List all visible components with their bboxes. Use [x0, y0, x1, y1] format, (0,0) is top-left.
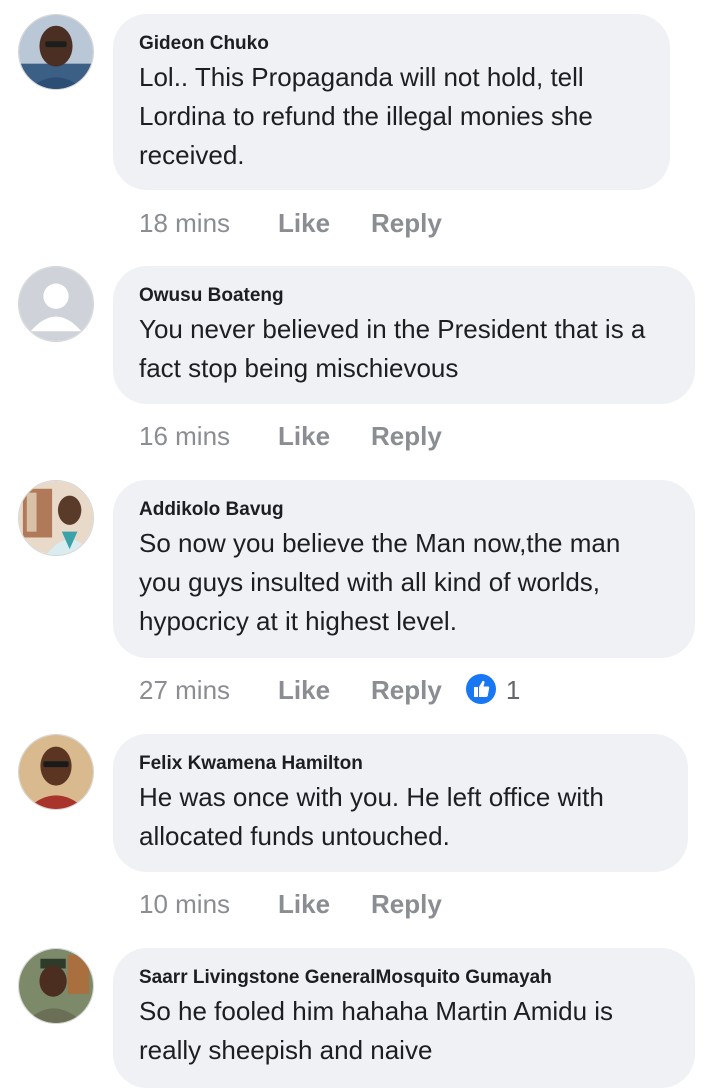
comment-bubble: Owusu Boateng You never believed in the …: [113, 266, 695, 404]
comment-author[interactable]: Addikolo Bavug: [139, 498, 669, 522]
comment-bubble: Saarr Livingstone GeneralMosquito Gumaya…: [113, 948, 695, 1088]
comment-text: Lol.. This Propaganda will not hold, tel…: [139, 62, 593, 170]
reaction-summary[interactable]: 1: [465, 672, 521, 708]
comment-text: You never believed in the President that…: [139, 314, 646, 383]
avatar[interactable]: [18, 14, 94, 90]
comment-actions: 16 mins Like Reply: [139, 418, 442, 454]
default-user-icon: [19, 267, 93, 341]
avatar[interactable]: [18, 948, 94, 1024]
comment-text: So now you believe the Man now,the man y…: [139, 528, 621, 636]
like-button[interactable]: Like: [278, 418, 371, 454]
comment-text: He was once with you. He left office wit…: [139, 782, 604, 851]
avatar[interactable]: [18, 734, 94, 810]
comment-actions: 27 mins Like Reply 1: [139, 672, 520, 708]
comment-timestamp[interactable]: 10 mins: [139, 886, 278, 922]
comment-actions: 10 mins Like Reply: [139, 886, 442, 922]
thumbs-up-icon: [465, 674, 496, 705]
comment-bubble: Addikolo Bavug So now you believe the Ma…: [113, 480, 695, 658]
comment-timestamp[interactable]: 27 mins: [139, 672, 278, 708]
reaction-count: 1: [505, 675, 521, 705]
reply-button[interactable]: Reply: [371, 886, 442, 922]
comment-author[interactable]: Saarr Livingstone GeneralMosquito Gumaya…: [139, 966, 669, 990]
like-button[interactable]: Like: [278, 886, 371, 922]
avatar[interactable]: [18, 480, 94, 556]
comment-bubble: Gideon Chuko Lol.. This Propaganda will …: [113, 14, 670, 190]
like-button[interactable]: Like: [278, 672, 371, 708]
comment-timestamp[interactable]: 16 mins: [139, 418, 278, 454]
comment-author[interactable]: Owusu Boateng: [139, 284, 669, 308]
comment-timestamp[interactable]: 18 mins: [139, 205, 278, 241]
comment-author[interactable]: Felix Kwamena Hamilton: [139, 752, 662, 776]
comment-author[interactable]: Gideon Chuko: [139, 32, 644, 56]
comment-text: So he fooled him hahaha Martin Amidu is …: [139, 996, 614, 1065]
comment-bubble: Felix Kwamena Hamilton He was once with …: [113, 734, 688, 872]
comment-actions: 18 mins Like Reply: [139, 205, 442, 241]
avatar[interactable]: [18, 266, 94, 342]
reply-button[interactable]: Reply: [371, 672, 442, 708]
reply-button[interactable]: Reply: [371, 418, 442, 454]
reply-button[interactable]: Reply: [371, 205, 442, 241]
like-button[interactable]: Like: [278, 205, 371, 241]
